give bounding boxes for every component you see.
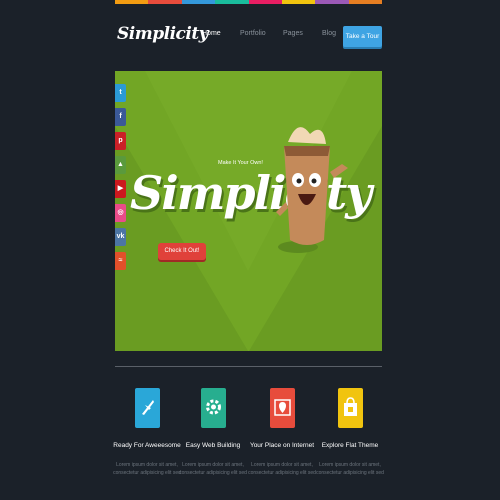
dribbble-icon[interactable]: ◎	[115, 204, 126, 222]
social-sidebar: t f p ▲ ▶ ◎ vk ≈	[115, 84, 126, 276]
color-bar-segment	[115, 0, 149, 4]
nav-blog[interactable]: Blog	[322, 30, 336, 37]
section-divider	[115, 366, 382, 367]
feature-desc: Lorem ipsum dolor sit amet, consectetur a…	[316, 462, 384, 476]
plane-icon[interactable]	[134, 388, 160, 428]
nav-home[interactable]: Home	[202, 30, 221, 37]
pinterest-icon[interactable]: p	[115, 132, 126, 150]
color-bar-segment	[181, 0, 216, 4]
nav-pages[interactable]: Pages	[283, 30, 303, 37]
feature-title: Explore Flat Theme	[321, 442, 379, 449]
shopping-bag-icon[interactable]	[337, 388, 363, 428]
color-bar-segment	[148, 0, 182, 4]
map-pin-icon[interactable]	[269, 388, 295, 428]
nav-portfolio[interactable]: Portfolio	[240, 30, 266, 37]
feature-flat-theme: Explore Flat Theme Lorem ipsum dolor sit…	[305, 388, 395, 477]
site-logo[interactable]: Simplicity	[117, 24, 209, 44]
color-bar-segment	[348, 0, 382, 4]
rss-icon[interactable]: ≈	[115, 252, 126, 270]
color-bar-segment	[315, 0, 349, 4]
color-bar-segment	[281, 0, 316, 4]
color-bar-segment	[248, 0, 282, 4]
youtube-icon[interactable]: ▶	[115, 180, 126, 198]
check-it-out-button[interactable]: Check It Out!	[158, 243, 206, 260]
android-icon[interactable]: ▲	[115, 156, 126, 174]
coffee-cup-mascot	[276, 127, 348, 253]
top-color-bar	[115, 0, 382, 4]
gear-icon[interactable]	[200, 388, 226, 428]
color-bar-segment	[215, 0, 249, 4]
take-a-tour-button[interactable]: Take a Tour	[343, 26, 382, 47]
facebook-icon[interactable]: f	[115, 108, 126, 126]
vk-icon[interactable]: vk	[115, 228, 126, 246]
twitter-icon[interactable]: t	[115, 84, 126, 102]
